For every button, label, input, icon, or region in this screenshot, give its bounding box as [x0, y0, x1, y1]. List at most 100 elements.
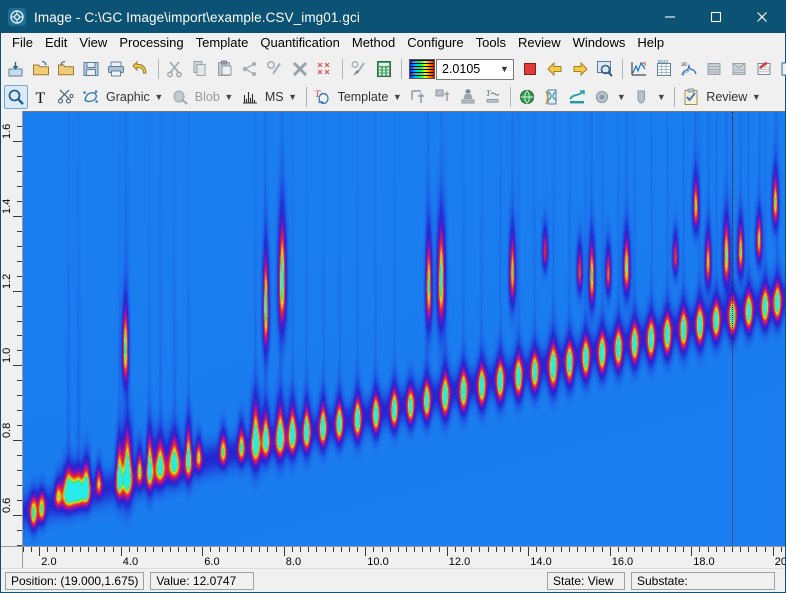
heatmap-canvas[interactable]: [23, 112, 785, 546]
menu-file[interactable]: File: [6, 33, 39, 54]
pen-blob-icon[interactable]: [263, 57, 287, 81]
review-clipboard-icon[interactable]: [679, 85, 703, 109]
open-folder-icon[interactable]: [29, 57, 53, 81]
menu-edit[interactable]: Edit: [39, 33, 73, 54]
graphic-tool-group[interactable]: Graphic ▼: [79, 85, 168, 109]
minimize-button[interactable]: [647, 1, 693, 33]
import-image-icon[interactable]: [4, 57, 28, 81]
transform-template-icon[interactable]: [431, 85, 455, 109]
y-tick-minor: [17, 380, 22, 382]
stamp-icon[interactable]: [456, 85, 480, 109]
zoom-region-icon[interactable]: [593, 57, 617, 81]
open-folder-up-icon[interactable]: [54, 57, 78, 81]
menu-template[interactable]: Template: [190, 33, 255, 54]
x-tick-minor: [104, 547, 106, 552]
close-button[interactable]: [739, 1, 785, 33]
zoom-level-combo[interactable]: 2.0105 ▼: [436, 58, 514, 80]
data-table-icon[interactable]: 0123: [652, 57, 676, 81]
share-nodes-icon[interactable]: [238, 57, 262, 81]
chevron-down-icon-thumb[interactable]: ▼: [655, 86, 667, 108]
chevron-down-icon-blob[interactable]: ▼: [223, 86, 235, 108]
globe-green-icon[interactable]: [515, 85, 539, 109]
chevron-down-icon-sphere[interactable]: ▼: [615, 86, 627, 108]
x-tick-minor: [348, 547, 350, 552]
x-axis-ruler[interactable]: 2.0 4.0 6.0 8.0 10.0 12.0 14.0 16.0 18.0 20.0: [23, 546, 785, 568]
menu-quantification[interactable]: Quantification: [254, 33, 346, 54]
zoom-level-value[interactable]: 2.0105: [437, 62, 496, 76]
review-tool-group[interactable]: Review ▼: [679, 85, 765, 109]
ms-spectrum-icon[interactable]: [238, 85, 262, 109]
chevron-down-icon-template[interactable]: ▼: [391, 86, 403, 108]
baseline-icon[interactable]: T: [481, 85, 505, 109]
menu-help[interactable]: Help: [631, 33, 670, 54]
delete-x-icon[interactable]: [288, 57, 312, 81]
blob-tool-icon[interactable]: [168, 85, 192, 109]
forward-arrow-icon[interactable]: [568, 57, 592, 81]
template-tool-group[interactable]: T Template ▼: [311, 85, 407, 109]
review-tool-label[interactable]: Review: [706, 90, 747, 104]
x-tick-minor: [169, 547, 171, 552]
blob-tool-group[interactable]: Blob ▼: [168, 85, 238, 109]
back-arrow-icon[interactable]: [543, 57, 567, 81]
compare-images-icon[interactable]: [777, 57, 786, 81]
menu-windows[interactable]: Windows: [567, 33, 632, 54]
scissors-pair-icon[interactable]: [54, 85, 78, 109]
x-tick-minor: [577, 547, 579, 552]
copy-icon[interactable]: [188, 57, 212, 81]
report-gray-icon[interactable]: [702, 57, 726, 81]
calculator-icon[interactable]: [372, 57, 396, 81]
text-tool-icon[interactable]: T: [29, 85, 53, 109]
x-tick-minor: [291, 547, 293, 552]
thumb-tool-group[interactable]: ▼: [630, 85, 670, 109]
maximize-button[interactable]: [693, 1, 739, 33]
trend-teal-icon[interactable]: [565, 85, 589, 109]
x-tick-minor: [601, 547, 603, 552]
chromatogram-plot[interactable]: [23, 111, 785, 546]
3d-surface-icon[interactable]: 3D: [677, 57, 701, 81]
magnifier-icon[interactable]: [4, 85, 28, 109]
chevron-down-icon-ms[interactable]: ▼: [287, 86, 299, 108]
template-tool-label[interactable]: Template: [338, 90, 389, 104]
sphere-tool-group[interactable]: ▼: [590, 85, 630, 109]
chevron-down-icon-review[interactable]: ▼: [750, 86, 762, 108]
report-gray2-icon[interactable]: [727, 57, 751, 81]
thumb-gray-icon[interactable]: [630, 85, 654, 109]
menu-view[interactable]: View: [73, 33, 113, 54]
y-tick-label: 1.0: [1, 348, 13, 364]
paintbrush-icon[interactable]: [347, 57, 371, 81]
x-tick-minor: [185, 547, 187, 552]
cut-scissors-icon[interactable]: [163, 57, 187, 81]
clear-xx-icon[interactable]: [313, 57, 337, 81]
graphic-tool-icon[interactable]: [79, 85, 103, 109]
paste-icon[interactable]: [213, 57, 237, 81]
chevron-down-icon-graphic[interactable]: ▼: [153, 86, 165, 108]
menu-method[interactable]: Method: [346, 33, 401, 54]
graphic-tool-label[interactable]: Graphic: [106, 90, 150, 104]
x-tick-minor: [585, 547, 587, 552]
sphere-gray-icon[interactable]: [590, 85, 614, 109]
chromatogram-chart-icon[interactable]: [627, 57, 651, 81]
statusbar: Position: (19.000,1.675) Value: 12.0747 …: [1, 568, 785, 592]
save-icon[interactable]: [79, 57, 103, 81]
report-red-icon[interactable]: [752, 57, 776, 81]
menu-processing[interactable]: Processing: [113, 33, 189, 54]
menu-configure[interactable]: Configure: [401, 33, 469, 54]
app-image-icon: [8, 8, 26, 26]
stop-square-icon[interactable]: [518, 57, 542, 81]
align-template-icon[interactable]: [406, 85, 430, 109]
colormap-swatch-icon[interactable]: [409, 59, 435, 79]
template-tool-icon[interactable]: T: [311, 85, 335, 109]
menu-tools[interactable]: Tools: [470, 33, 512, 54]
y-axis-ruler[interactable]: 0.6 0.8 1.0 1.2 1.4 1.6: [1, 111, 23, 546]
chevron-down-icon[interactable]: ▼: [496, 60, 513, 79]
dna-strip-icon[interactable]: [540, 85, 564, 109]
x-tick-minor: [31, 547, 33, 552]
blob-tool-label[interactable]: Blob: [195, 90, 220, 104]
print-icon[interactable]: [104, 57, 128, 81]
x-tick-minor: [674, 547, 676, 552]
ms-tool-label[interactable]: MS: [265, 90, 284, 104]
menu-review[interactable]: Review: [512, 33, 567, 54]
undo-arrow-icon[interactable]: [129, 57, 153, 81]
x-tick-minor: [194, 547, 196, 552]
ms-tool-group[interactable]: MS ▼: [238, 85, 302, 109]
